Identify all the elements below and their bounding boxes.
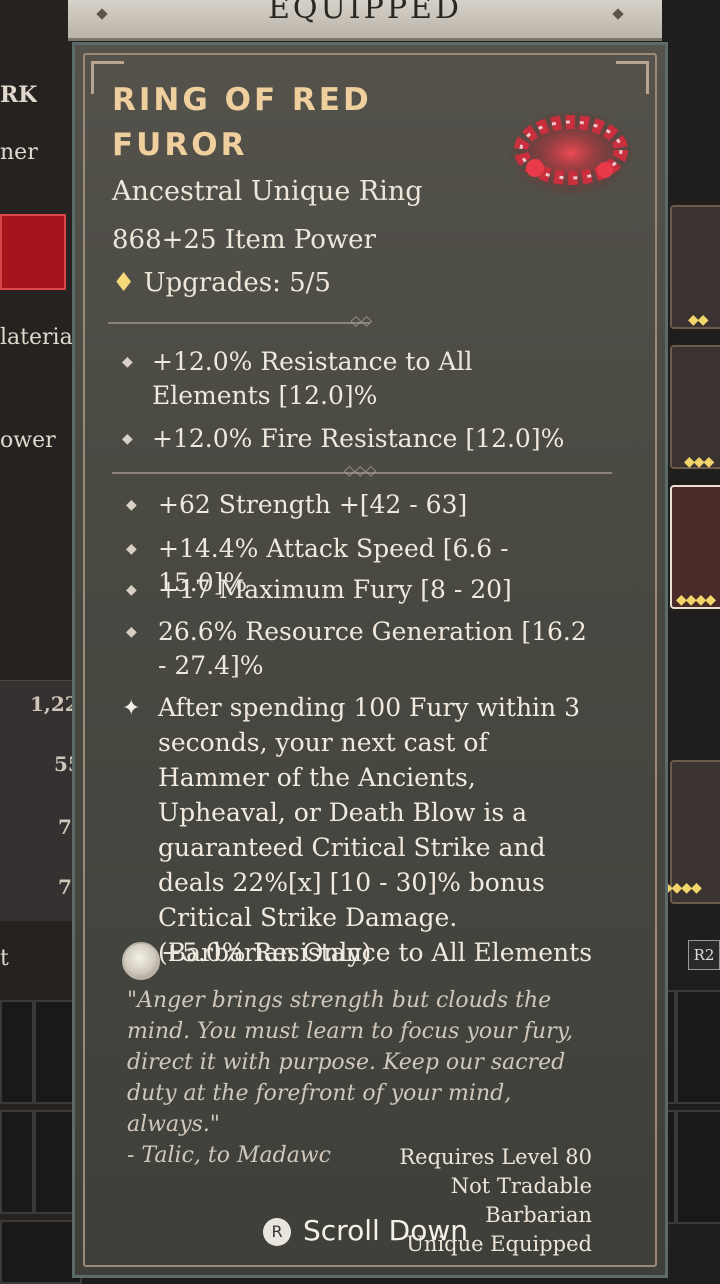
equipped-label: EQUIPPED: [268, 0, 462, 26]
implicit-affix: +12.0% Resistance to All Elements [12.0]…: [152, 347, 473, 410]
left-label-1: RK: [0, 82, 38, 108]
left-label-4: ower: [0, 428, 56, 453]
bullet-icon: ◆: [126, 541, 137, 557]
frame-corner: [616, 61, 649, 94]
divider: ◇◇◇: [112, 463, 612, 479]
affix: 26.6% Resource Generation [16.2 - 27.4]%: [158, 617, 587, 680]
upgrades-text: Upgrades: 5/5: [143, 268, 331, 298]
equipment-slot[interactable]: [670, 345, 720, 469]
equipped-tab: EQUIPPED: [68, 0, 662, 41]
divider: ◇◇: [108, 313, 372, 329]
item-type: Ancestral Unique Ring: [112, 176, 423, 207]
upgrade-diamond-icon: ♦: [112, 268, 136, 298]
requirement-level: Requires Level 80: [399, 1145, 592, 1169]
scroll-down-button[interactable]: Scroll Down: [303, 1214, 468, 1247]
unique-power-icon: ✦: [122, 696, 141, 721]
flavor-attribution: - Talic, to Madawc: [127, 1143, 331, 1168]
implicit-affix: +12.0% Fire Resistance [12.0]%: [152, 424, 565, 453]
bullet-icon: ◆: [122, 431, 133, 447]
divider-ornament: ◇◇◇: [344, 463, 377, 479]
socket-affix: +5.0% Resistance to All Elements: [161, 938, 593, 967]
upgrade-diamonds: ◆◆◆: [684, 454, 714, 470]
item-power: 868+25 Item Power: [112, 225, 376, 255]
upgrade-diamonds: ◆◆◆◆: [676, 592, 716, 608]
inventory-slot[interactable]: [0, 1000, 34, 1104]
item-name: RING OF RED FUROR: [112, 82, 372, 163]
equipment-slot-selected[interactable]: [670, 485, 720, 609]
tab-ornament: [96, 8, 108, 20]
unique-power: After spending 100 Fury within 3 seconds…: [158, 693, 581, 967]
requirement-class: Barbarian: [485, 1203, 592, 1227]
left-stat-4: 7: [58, 875, 72, 899]
left-label-3: lateria: [0, 325, 73, 350]
affix: +62 Strength +[42 - 63]: [158, 490, 468, 519]
r2-button[interactable]: R2: [688, 940, 720, 970]
flavor-text: "Anger brings strength but clouds the mi…: [127, 985, 597, 1171]
inventory-slot[interactable]: [676, 990, 720, 1104]
equipment-slot[interactable]: [670, 205, 720, 329]
socketed-gem-icon: [122, 942, 160, 980]
bullet-icon: ◆: [126, 624, 137, 640]
requirement-tradable: Not Tradable: [450, 1174, 592, 1198]
bullet-icon: ◆: [122, 354, 133, 370]
item-upgrades: ♦ Upgrades: 5/5: [112, 268, 331, 298]
affix: +17 Maximum Fury [8 - 20]: [158, 575, 512, 604]
r-button-icon[interactable]: R: [263, 1218, 291, 1246]
flavor-quote: "Anger brings strength but clouds the mi…: [127, 988, 574, 1137]
upgrade-diamonds: ◆◆: [688, 312, 709, 328]
inventory-slot[interactable]: [0, 1110, 34, 1214]
ring-item-icon: [507, 109, 635, 197]
bullet-icon: ◆: [126, 582, 137, 598]
tab-ornament: [612, 8, 624, 20]
divider-ornament: ◇◇: [350, 313, 372, 329]
left-label-5: t: [0, 946, 9, 971]
left-stat-3: 7: [58, 815, 72, 839]
left-label-2: ner: [0, 140, 38, 165]
left-red-button[interactable]: [0, 214, 66, 290]
inventory-slot[interactable]: [676, 1110, 720, 1224]
inventory-slot[interactable]: [0, 1220, 82, 1284]
bullet-icon: ◆: [126, 497, 137, 513]
